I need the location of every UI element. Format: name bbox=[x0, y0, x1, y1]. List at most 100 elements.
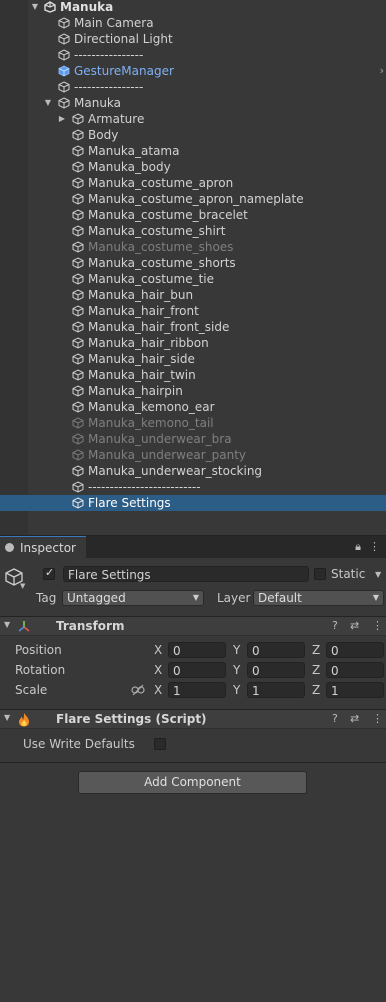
transform-header[interactable]: ▼ Transform ? ⇄ ⋮ bbox=[0, 616, 386, 636]
hierarchy-item-underwear-bra[interactable]: Manuka_underwear_bra bbox=[0, 431, 386, 447]
presets-icon[interactable]: ⇄ bbox=[350, 619, 359, 632]
rotation-x-field[interactable]: 0 bbox=[168, 662, 226, 678]
flare-settings-script-header[interactable]: ▼ Flare Settings (Script) ? ⇄ ⋮ bbox=[0, 709, 386, 729]
rotation-label: Rotation bbox=[15, 663, 66, 677]
static-checkbox[interactable] bbox=[314, 568, 326, 580]
rotation-z-field[interactable]: 0 bbox=[326, 662, 384, 678]
inspector-tabbar: Inspector 🔒︎ ⋮ bbox=[0, 536, 386, 558]
use-write-defaults-checkbox[interactable] bbox=[154, 738, 166, 750]
hierarchy-item-label: Main Camera bbox=[74, 16, 154, 30]
gameobject-icon bbox=[72, 193, 84, 205]
gameobject-icon bbox=[72, 433, 84, 445]
hierarchy-item-label: Manuka_costume_shorts bbox=[88, 256, 236, 270]
constrain-proportions-icon[interactable] bbox=[131, 684, 145, 696]
chevron-right-icon[interactable]: › bbox=[380, 63, 384, 79]
hierarchy-item-manuka-atama[interactable]: Manuka_atama bbox=[0, 143, 386, 159]
rotation-y-field[interactable]: 0 bbox=[247, 662, 305, 678]
gameobject-icon bbox=[72, 257, 84, 269]
hierarchy-item-label: Manuka_hairpin bbox=[88, 384, 183, 398]
unity-scene-icon bbox=[44, 1, 56, 13]
layer-dropdown[interactable]: Default ▼ bbox=[253, 590, 384, 606]
expand-arrow-icon[interactable]: ▶ bbox=[57, 111, 67, 127]
x-axis-label[interactable]: X bbox=[154, 663, 162, 677]
gameobject-icon bbox=[72, 449, 84, 461]
hierarchy-item-label: Manuka_costume_shirt bbox=[88, 224, 226, 238]
gameobject-header: ▼ Flare Settings Static ▼ Tag Untagged▼ … bbox=[0, 560, 386, 616]
hierarchy-item-hair-twin[interactable]: Manuka_hair_twin bbox=[0, 367, 386, 383]
hierarchy-item-costume-shirt[interactable]: Manuka_costume_shirt bbox=[0, 223, 386, 239]
hierarchy-item-costume-apron[interactable]: Manuka_costume_apron bbox=[0, 175, 386, 191]
hierarchy-item-hair-side[interactable]: Manuka_hair_side bbox=[0, 351, 386, 367]
hierarchy-item-gesture-manager[interactable]: GestureManager › bbox=[0, 63, 386, 79]
hierarchy-item-kemono-ear[interactable]: Manuka_kemono_ear bbox=[0, 399, 386, 415]
hierarchy-item-flare-settings[interactable]: Flare Settings bbox=[0, 495, 386, 511]
hierarchy-item-manuka-body[interactable]: Manuka_body bbox=[0, 159, 386, 175]
position-z-field[interactable]: 0 bbox=[326, 642, 384, 658]
help-icon[interactable]: ? bbox=[332, 619, 338, 632]
help-icon[interactable]: ? bbox=[332, 712, 338, 725]
hierarchy-item-costume-shorts[interactable]: Manuka_costume_shorts bbox=[0, 255, 386, 271]
collapse-arrow-icon[interactable]: ▼ bbox=[30, 0, 40, 15]
hierarchy-item-label: Manuka_atama bbox=[88, 144, 180, 158]
hierarchy-item-label: Manuka_costume_bracelet bbox=[88, 208, 248, 222]
x-axis-label[interactable]: X bbox=[154, 643, 162, 657]
tab-inspector-label: Inspector bbox=[20, 541, 76, 555]
hierarchy-item-hair-front[interactable]: Manuka_hair_front bbox=[0, 303, 386, 319]
hierarchy-item-hair-front-side[interactable]: Manuka_hair_front_side bbox=[0, 319, 386, 335]
collapse-arrow-icon[interactable]: ▼ bbox=[43, 95, 53, 111]
hierarchy-item-separator[interactable]: ---------------- bbox=[0, 47, 386, 63]
position-y-field[interactable]: 0 bbox=[247, 642, 305, 658]
more-menu-icon[interactable]: ⋮ bbox=[369, 540, 380, 553]
scale-label: Scale bbox=[15, 683, 48, 697]
hierarchy-item-separator[interactable]: ---------------- bbox=[0, 79, 386, 95]
tag-dropdown[interactable]: Untagged ▼ bbox=[62, 590, 204, 606]
hierarchy-item-hair-bun[interactable]: Manuka_hair_bun bbox=[0, 287, 386, 303]
hierarchy-item-hair-ribbon[interactable]: Manuka_hair_ribbon bbox=[0, 335, 386, 351]
hierarchy-item-body[interactable]: Body bbox=[0, 127, 386, 143]
z-axis-label[interactable]: Z bbox=[312, 683, 320, 697]
hierarchy-item-label: Manuka_kemono_ear bbox=[88, 400, 215, 414]
z-axis-label[interactable]: Z bbox=[312, 643, 320, 657]
hierarchy-item-costume-shoes[interactable]: Manuka_costume_shoes bbox=[0, 239, 386, 255]
hierarchy-item-underwear-stocking[interactable]: Manuka_underwear_stocking bbox=[0, 463, 386, 479]
x-axis-label[interactable]: X bbox=[154, 683, 162, 697]
hierarchy-item-underwear-panty[interactable]: Manuka_underwear_panty bbox=[0, 447, 386, 463]
fold-arrow-icon[interactable]: ▼ bbox=[4, 620, 10, 629]
gameobject-icon bbox=[72, 305, 84, 317]
hierarchy-item-main-camera[interactable]: Main Camera bbox=[0, 15, 386, 31]
hierarchy-item-hairpin[interactable]: Manuka_hairpin bbox=[0, 383, 386, 399]
icon-dropdown-caret-icon[interactable]: ▼ bbox=[20, 582, 25, 590]
y-axis-label[interactable]: Y bbox=[233, 683, 240, 697]
hierarchy-item-label: Manuka_hair_front bbox=[88, 304, 199, 318]
scale-y-field[interactable]: 1 bbox=[247, 682, 305, 698]
tab-inspector[interactable]: Inspector bbox=[0, 536, 86, 558]
hierarchy-item-manuka[interactable]: ▼ Manuka bbox=[0, 95, 386, 111]
z-axis-label[interactable]: Z bbox=[312, 663, 320, 677]
y-axis-label[interactable]: Y bbox=[233, 643, 240, 657]
y-axis-label[interactable]: Y bbox=[233, 663, 240, 677]
hierarchy-item-costume-tie[interactable]: Manuka_costume_tie bbox=[0, 271, 386, 287]
hierarchy-item-separator[interactable]: -------------------------- bbox=[0, 479, 386, 495]
fold-arrow-icon[interactable]: ▼ bbox=[4, 713, 10, 722]
more-menu-icon[interactable]: ⋮ bbox=[372, 619, 383, 632]
hierarchy-item-costume-apron-nameplate[interactable]: Manuka_costume_apron_nameplate bbox=[0, 191, 386, 207]
lock-icon[interactable]: 🔒︎ bbox=[355, 540, 361, 553]
gameobject-icon bbox=[72, 161, 84, 173]
hierarchy-item-kemono-tail[interactable]: Manuka_kemono_tail bbox=[0, 415, 386, 431]
hierarchy-item-armature[interactable]: ▶ Armature bbox=[0, 111, 386, 127]
scene-root-row[interactable]: ▼ Manuka bbox=[0, 0, 386, 15]
presets-icon[interactable]: ⇄ bbox=[350, 712, 359, 725]
scale-x-field[interactable]: 1 bbox=[168, 682, 226, 698]
static-dropdown-icon[interactable]: ▼ bbox=[375, 570, 381, 579]
hierarchy-item-costume-bracelet[interactable]: Manuka_costume_bracelet bbox=[0, 207, 386, 223]
active-checkbox[interactable] bbox=[43, 566, 55, 580]
object-name-field[interactable]: Flare Settings bbox=[63, 566, 309, 582]
hierarchy-panel: ▼ Manuka Main Camera Directional Light -… bbox=[0, 0, 386, 535]
hierarchy-item-directional-light[interactable]: Directional Light bbox=[0, 31, 386, 47]
add-component-button[interactable]: Add Component bbox=[78, 771, 307, 794]
hierarchy-item-label: GestureManager bbox=[74, 64, 174, 78]
more-menu-icon[interactable]: ⋮ bbox=[372, 712, 383, 725]
use-write-defaults-label: Use Write Defaults bbox=[23, 737, 135, 751]
position-x-field[interactable]: 0 bbox=[168, 642, 226, 658]
scale-z-field[interactable]: 1 bbox=[326, 682, 384, 698]
